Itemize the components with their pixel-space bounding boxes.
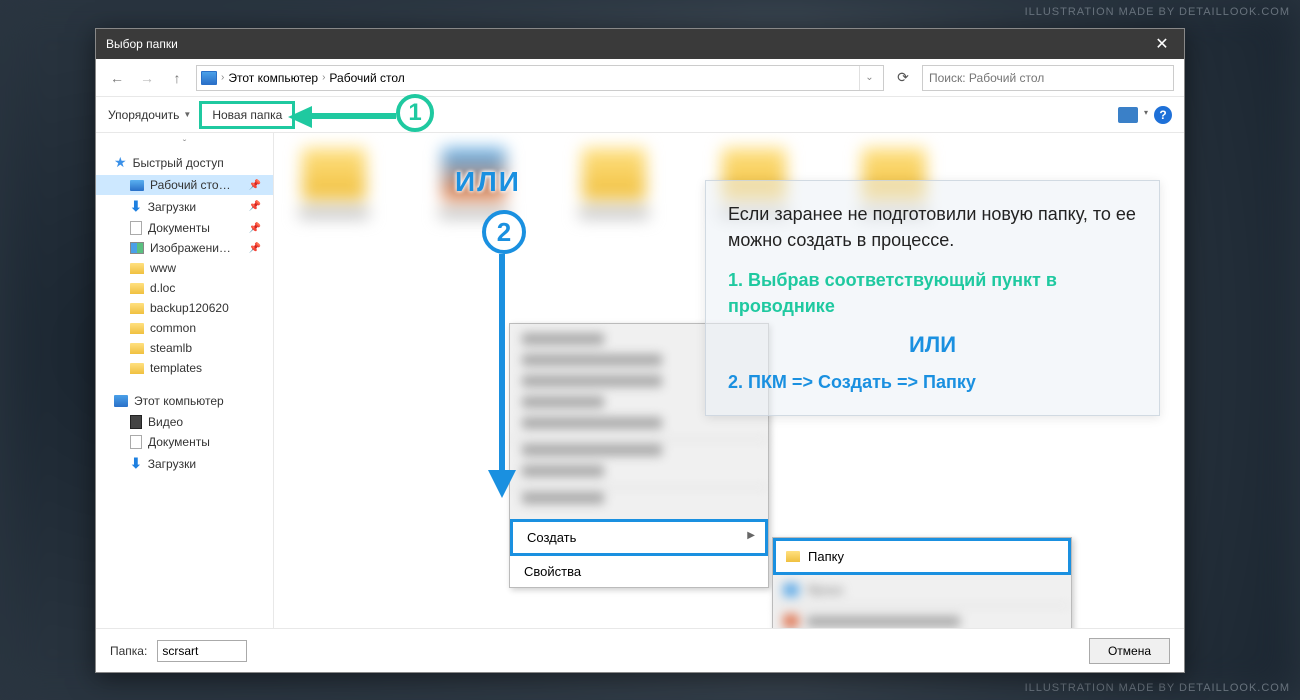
annotation-or: ИЛИ <box>455 166 521 198</box>
folder-icon <box>130 263 144 274</box>
quick-access-header[interactable]: ★ Быстрый доступ <box>96 150 273 175</box>
nav-bar: ← → ↑ › Этот компьютер › Рабочий стол ⌄ … <box>96 59 1184 97</box>
info-option-2: 2. ПКМ => Создать => Папку <box>728 369 1137 395</box>
folder-icon <box>130 343 144 354</box>
chevron-right-icon: › <box>322 72 325 83</box>
annotation-callout-1: 1 <box>396 94 434 132</box>
organize-menu[interactable]: Упорядочить ▼ <box>108 108 191 122</box>
new-folder-button[interactable]: Новая папка <box>199 101 295 129</box>
info-or: ИЛИ <box>728 329 1137 361</box>
context-item-properties[interactable]: Свойства <box>510 556 768 587</box>
sidebar-item-video[interactable]: Видео <box>96 412 273 432</box>
submenu-item-shortcut[interactable]: Ярлык <box>773 579 1071 601</box>
forward-button[interactable]: → <box>136 67 158 89</box>
watermark-bottom: ILLUSTRATION MADE BY DETAILLOOK.COM <box>1025 682 1290 694</box>
folder-icon <box>130 323 144 334</box>
pin-icon: 📌 <box>249 180 261 191</box>
pin-icon: 📌 <box>249 223 261 234</box>
document-icon <box>130 435 142 449</box>
back-button[interactable]: ← <box>106 67 128 89</box>
this-pc-header[interactable]: Этот компьютер <box>96 390 273 412</box>
info-line-1: Если заранее не подготовили новую папку,… <box>728 201 1137 253</box>
chevron-down-icon: ▼ <box>183 110 191 119</box>
pin-icon: 📌 <box>249 201 261 212</box>
sidebar-item-dloc[interactable]: d.loc <box>96 278 273 298</box>
folder-icon <box>130 283 144 294</box>
view-mode-button[interactable] <box>1118 107 1138 123</box>
sidebar-item-downloads[interactable]: ⬇ Загрузки 📌 <box>96 195 273 218</box>
toolbar: Упорядочить ▼ Новая папка ? <box>96 97 1184 133</box>
context-submenu: Папку Ярлык <box>772 537 1072 628</box>
sidebar-item-documents-2[interactable]: Документы <box>96 432 273 452</box>
folder-name-input[interactable] <box>157 640 247 662</box>
up-button[interactable]: ↑ <box>166 67 188 89</box>
download-icon: ⬇ <box>130 455 142 472</box>
dialog-footer: Папка: Отмена <box>96 628 1184 672</box>
annotation-info-panel: Если заранее не подготовили новую папку,… <box>705 180 1160 416</box>
search-input[interactable] <box>922 65 1174 91</box>
pin-icon: 📌 <box>249 243 261 254</box>
folder-field-label: Папка: <box>110 644 147 658</box>
cancel-button[interactable]: Отмена <box>1089 638 1170 664</box>
context-item-create[interactable]: Создать ▶ <box>510 519 768 556</box>
info-option-1: 1. Выбрав соответствующий пункт в провод… <box>728 267 1137 319</box>
sidebar-item-common[interactable]: common <box>96 318 273 338</box>
chevron-right-icon: › <box>221 72 224 83</box>
breadcrumb[interactable]: › Этот компьютер › Рабочий стол ⌄ <box>196 65 884 91</box>
sidebar: ˇ ★ Быстрый доступ Рабочий сто… 📌 ⬇ Загр… <box>96 133 274 628</box>
pc-icon <box>114 395 128 407</box>
video-icon <box>130 415 142 429</box>
close-button[interactable]: ✕ <box>1150 34 1174 54</box>
star-icon: ★ <box>114 154 127 171</box>
sidebar-item-templates[interactable]: templates <box>96 358 273 378</box>
sidebar-item-backup[interactable]: backup120620 <box>96 298 273 318</box>
breadcrumb-desktop[interactable]: Рабочий стол <box>329 71 404 85</box>
sidebar-item-downloads-2[interactable]: ⬇ Загрузки <box>96 452 273 475</box>
document-icon <box>130 221 142 235</box>
desktop-icon <box>130 180 144 191</box>
sidebar-item-documents[interactable]: Документы 📌 <box>96 218 273 238</box>
annotation-arrow-1 <box>288 106 396 126</box>
titlebar: Выбор папки ✕ <box>96 29 1184 59</box>
refresh-button[interactable]: ⟳ <box>892 67 914 89</box>
dialog-title: Выбор папки <box>106 37 1150 51</box>
folder-icon <box>130 363 144 374</box>
sidebar-item-steamlb[interactable]: steamlb <box>96 338 273 358</box>
annotation-arrow-2 <box>499 254 505 472</box>
download-icon: ⬇ <box>130 198 142 215</box>
breadcrumb-dropdown[interactable]: ⌄ <box>859 66 879 90</box>
help-button[interactable]: ? <box>1154 106 1172 124</box>
pc-icon <box>201 71 217 85</box>
submenu-item-folder[interactable]: Папку <box>773 538 1071 575</box>
folder-icon <box>786 551 800 562</box>
sidebar-item-images[interactable]: Изображени… 📌 <box>96 238 273 258</box>
chevron-right-icon: ▶ <box>747 530 755 541</box>
image-icon <box>130 242 144 254</box>
sidebar-item-www[interactable]: www <box>96 258 273 278</box>
breadcrumb-pc[interactable]: Этот компьютер <box>228 71 318 85</box>
watermark-top: ILLUSTRATION MADE BY DETAILLOOK.COM <box>1025 6 1290 18</box>
annotation-callout-2: 2 <box>482 210 526 254</box>
folder-icon <box>130 303 144 314</box>
sidebar-item-desktop[interactable]: Рабочий сто… 📌 <box>96 175 273 195</box>
